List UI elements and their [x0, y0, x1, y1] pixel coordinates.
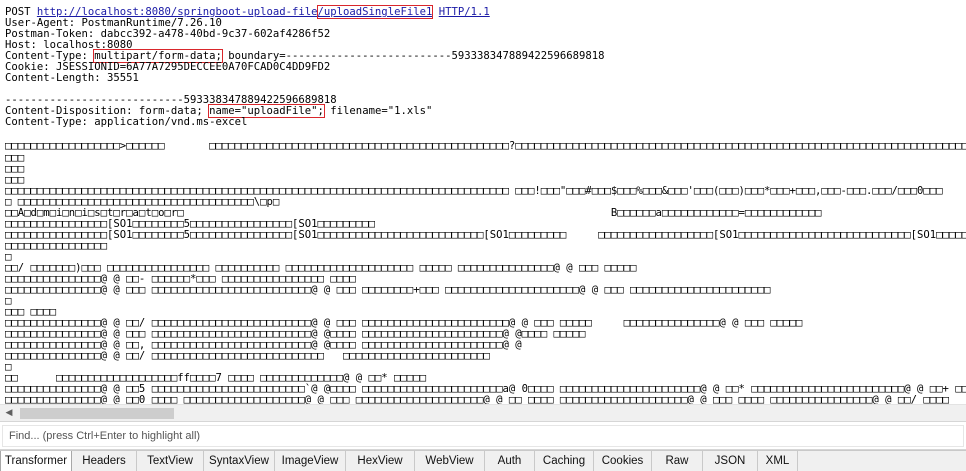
tab-imageview[interactable]: ImageView	[275, 451, 346, 471]
text-segment: □□□□□□□□□□□□□□□□[SO1□□□□□□□□5□□□□□□□□□□□…	[5, 229, 966, 241]
raw-line: Content-Type: application/vnd.ms-excel	[5, 117, 247, 128]
text-segment: □□□□□□□□□□□□□□□@ @ □□/ □□□□□□□□□□□□□□□□□…	[5, 350, 490, 362]
text-segment: Content-Type: application/vnd.ms-excel	[5, 116, 248, 128]
raw-line: □□□□□□□□□□□□□□□□□□>□□□□□□ □□□□□□□□□□□□□□…	[5, 141, 966, 152]
chevron-left-icon[interactable]: ◀	[3, 408, 15, 419]
tab-json[interactable]: JSON	[703, 451, 758, 471]
raw-line: Content-Length: 35551	[5, 73, 139, 84]
text-segment: □□□□□□□□□□□□□□□□□□>□□□□□□ □□□□□□□□□□□□□□…	[5, 140, 966, 152]
horizontal-scrollbar[interactable]: ◀	[0, 404, 966, 421]
text-segment: □□□□□□□□□□□□□□□@ @ □□0 □□□□ □□□□□□□□□□□□…	[5, 394, 949, 405]
find-bar	[0, 421, 966, 450]
raw-line: □□□□□□□□□□□□□□□□	[5, 241, 107, 252]
text-segment: filename="1.xls"	[323, 105, 433, 117]
url-segment[interactable]: HTTP/1.1	[439, 6, 490, 18]
scrollbar-thumb[interactable]	[20, 408, 174, 419]
tab-caching[interactable]: Caching	[535, 451, 594, 471]
raw-line: □□□□□□□□□□□□□□□□[SO1□□□□□□□□5□□□□□□□□□□□…	[5, 230, 966, 241]
inspector-tab-strip: Transformer Headers TextView SyntaxView Imag…	[0, 450, 966, 471]
raw-line: □□□□□□□□□□□□□□□@ @ □□0 □□□□ □□□□□□□□□□□□…	[5, 394, 949, 405]
tab-headers[interactable]: Headers	[72, 451, 137, 471]
tab-auth[interactable]: Auth	[485, 451, 535, 471]
text-segment: □□□□□□□□□□□□□□□@ @ □□□ □□□□□□□□□□□□□□□□□…	[5, 284, 771, 296]
tab-raw[interactable]: Raw	[652, 451, 703, 471]
tab-syntaxview[interactable]: SyntaxView	[204, 451, 275, 471]
tab-hexview[interactable]: HexView	[346, 451, 415, 471]
tab-webview[interactable]: WebView	[415, 451, 485, 471]
text-segment: □□□□□□□□□□□□□□□□	[5, 240, 108, 252]
text-segment: Content-Length: 35551	[5, 72, 139, 84]
raw-line: □□□□□□□□□□□□□□□@ @ □□/ □□□□□□□□□□□□□□□□□…	[5, 351, 490, 362]
tab-cookies[interactable]: Cookies	[594, 451, 652, 471]
url-segment[interactable]: /uploadSingleFile1	[316, 5, 434, 19]
raw-line: □□□□□□□□□□□□□□□@ @ □□□ □□□□□□□□□□□□□□□□□…	[5, 285, 770, 296]
find-input[interactable]	[2, 425, 964, 447]
tab-transformer[interactable]: Transformer	[0, 451, 72, 471]
raw-request-view[interactable]: POST http://localhost:8080/springboot-up…	[0, 0, 966, 404]
tab-textview[interactable]: TextView	[137, 451, 204, 471]
tab-xml[interactable]: XML	[758, 451, 798, 471]
